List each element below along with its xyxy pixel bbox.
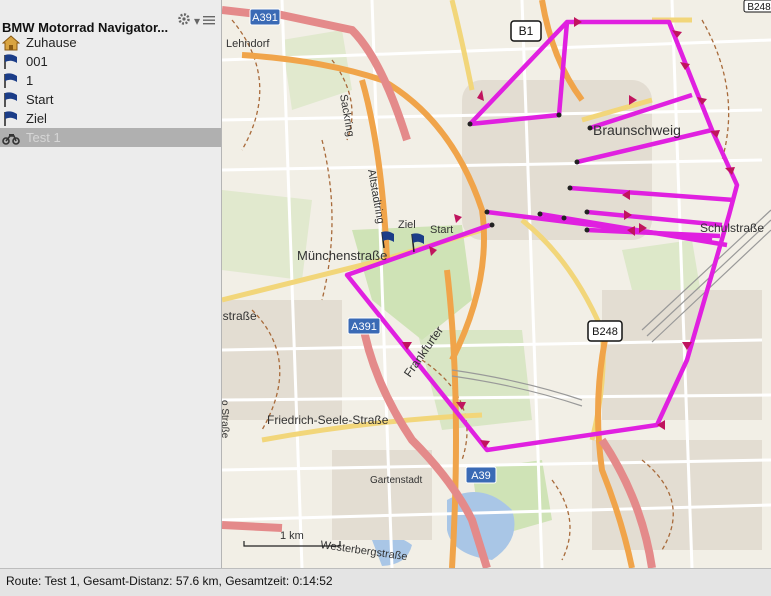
sidebar-header: BMW Motorrad Navigator... ▾ (0, 0, 221, 40)
street-friedrich-seele: Friedrich-Seele-Straße (267, 413, 389, 427)
motorcycle-icon (2, 130, 20, 146)
street-muenchenstrasse: Münchenstraße (297, 248, 387, 263)
device-title: BMW Motorrad Navigator... (2, 19, 169, 35)
place-gartenstadt: Gartenstadt (370, 475, 422, 486)
street-nstrasse: nstraße (222, 309, 257, 323)
list-item-001[interactable]: 001 (0, 52, 221, 71)
b248-top-shield: B248 (743, 0, 771, 13)
a39-shield: A39 (465, 466, 497, 484)
list-item-label: Ziel (26, 111, 47, 126)
list-item-label: Start (26, 92, 54, 107)
list-item-label: 001 (26, 54, 48, 69)
flag-icon (2, 91, 20, 108)
svg-text:A39: A39 (471, 470, 491, 482)
street-schulstrasse: Schulstraße (700, 221, 764, 235)
a391-top-shield: A391 (249, 8, 281, 26)
svg-text:B1: B1 (519, 24, 534, 38)
map-canvas[interactable]: A391 A391 A39 B1 B248 B248 Lehndorf Brau… (222, 0, 771, 568)
street-sackring: Sackring (337, 93, 356, 137)
svg-text:A391: A391 (351, 321, 377, 333)
status-bar: Route: Test 1, Gesamt-Distanz: 57.6 km, … (0, 568, 771, 596)
a391-mid-shield: A391 (347, 317, 381, 335)
sidebar: BMW Motorrad Navigator... ▾ Zuhause 001 … (0, 0, 222, 568)
b1-shield: B1 (510, 20, 542, 42)
flag-icon (2, 53, 20, 70)
list-menu-icon[interactable] (203, 14, 215, 28)
flag-icon (2, 110, 20, 127)
flag-icon (2, 72, 20, 89)
svg-text:B248: B248 (592, 326, 618, 338)
list-item-label: 1 (26, 73, 34, 88)
place-lehndorf: Lehndorf (226, 38, 270, 50)
chevron-down-icon[interactable]: ▾ (194, 14, 200, 28)
list-item-ziel[interactable]: Ziel (0, 109, 221, 128)
svg-text:B248: B248 (747, 2, 771, 13)
list-item-start[interactable]: Start (0, 90, 221, 109)
start-flag-label: Start (430, 224, 453, 236)
route-summary: Route: Test 1, Gesamt-Distanz: 57.6 km, … (6, 574, 333, 588)
list-item-1[interactable]: 1 (0, 71, 221, 90)
list-item-route-test1[interactable]: Test 1 (0, 128, 221, 147)
map-view[interactable]: A391 A391 A39 B1 B248 B248 Lehndorf Brau… (222, 0, 771, 568)
gear-icon[interactable] (177, 12, 191, 29)
svg-text:A391: A391 (252, 12, 278, 24)
street-ostrasse: o Straße (222, 400, 230, 439)
svg-text:1 km: 1 km (280, 530, 304, 542)
header-controls: ▾ (177, 12, 215, 29)
b248-shield: B248 (587, 320, 623, 342)
list-item-label: Test 1 (26, 130, 61, 145)
place-braunschweig: Braunschweig (593, 122, 681, 138)
ziel-flag-label: Ziel (398, 219, 416, 231)
